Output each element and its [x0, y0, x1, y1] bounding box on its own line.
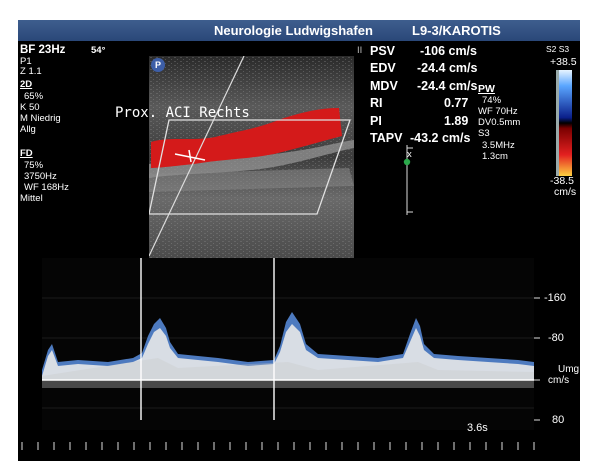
mode-value: Mittel	[20, 193, 43, 204]
colorbar-unit: cm/s	[554, 186, 577, 198]
depth-marker	[403, 145, 413, 215]
clinic-name: Neurologie Ludwigshafen	[214, 23, 373, 38]
colorbar-bottom-value: -38.5	[550, 175, 574, 187]
title-bar: Neurologie Ludwigshafen L9-3/KAROTIS	[18, 20, 580, 41]
pw-wf: WF 70Hz	[478, 106, 518, 117]
doppler-spectrum	[42, 258, 540, 430]
scale-label-mid: -80	[548, 332, 564, 344]
color-scale-bar	[556, 70, 572, 176]
k-value: K 50	[20, 102, 40, 113]
angle-value: 54°	[91, 45, 106, 56]
bmode-image	[149, 56, 354, 259]
preset-value: Allg	[20, 124, 36, 135]
section-2d: 2D	[20, 79, 33, 90]
edv-label: EDV	[370, 61, 396, 75]
m-value: M Niedrig	[20, 113, 61, 124]
ri-value: 0.77	[444, 96, 469, 110]
z-value: Z 1.1	[20, 66, 42, 77]
psv-value: -106 cm/s	[420, 44, 477, 58]
pi-label: PI	[370, 114, 382, 128]
time-axis-ticks	[21, 442, 535, 450]
pw-section: PW	[478, 83, 495, 95]
scale-unit-upper: Umg	[558, 364, 580, 375]
pw-freq: 3.5MHz	[482, 140, 515, 151]
vessel-label: Prox. ACI Rechts	[115, 105, 250, 121]
ri-label: RI	[370, 96, 383, 110]
probe-orientation-badge: P	[151, 58, 165, 72]
probe-name: L9-3/KAROTIS	[412, 23, 501, 38]
ultrasound-screen: Neurologie Ludwigshafen L9-3/KAROTIS BF …	[18, 20, 580, 461]
pw-s: S3	[478, 128, 490, 139]
frame-rate: BF 23Hz	[20, 44, 66, 56]
colorbar-header: S2 S3	[546, 44, 570, 54]
pw-depth: 1.3cm	[482, 151, 508, 162]
psv-label: PSV	[370, 44, 396, 58]
bmode-svg	[149, 56, 354, 259]
prf-value: 3750Hz	[24, 171, 57, 182]
scale-unit-lower: cm/s	[548, 375, 570, 386]
scale-label-top: -160	[544, 292, 567, 304]
depth-marker-label: x	[407, 149, 412, 160]
mdv-value: -24.4 cm/s	[417, 79, 478, 93]
pw-gain: 74%	[482, 95, 502, 106]
mdv-label: MDV	[370, 79, 398, 93]
colorbar-top-value: +38.5	[550, 56, 577, 68]
scale-label-bottom: 80	[552, 414, 565, 426]
edv-value: -24.4 cm/s	[417, 61, 478, 75]
gain-fd: 75%	[24, 160, 44, 171]
pw-dv: DV0.5mm	[478, 117, 521, 128]
wf-value: WF 168Hz	[24, 182, 69, 193]
section-fd: FD	[20, 148, 33, 159]
tapv-label: TAPV	[370, 131, 403, 145]
pause-icon: II	[357, 45, 363, 56]
gain-2d: 65%	[24, 91, 44, 102]
pi-value: 1.89	[444, 114, 469, 128]
